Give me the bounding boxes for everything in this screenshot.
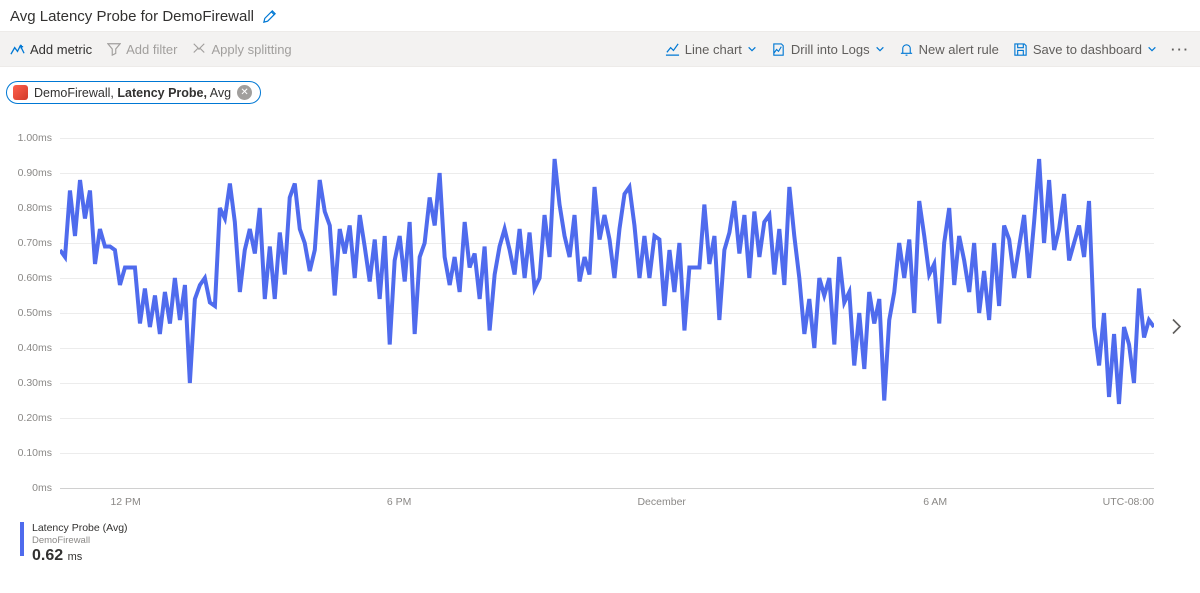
- gridline: [60, 488, 1154, 489]
- y-tick-label: 0.70ms: [10, 237, 56, 249]
- logs-icon: [771, 42, 786, 57]
- x-tick-label: 6 AM: [923, 496, 947, 508]
- filter-icon: [106, 42, 121, 57]
- y-tick-label: 0.20ms: [10, 412, 56, 424]
- chart-container: 0ms 0.10ms 0.20ms 0.30ms 0.40ms 0.50ms 0.60ms 0…: [10, 138, 1190, 518]
- add-metric-button[interactable]: Add metric: [10, 42, 92, 57]
- drill-logs-label: Drill into Logs: [791, 42, 870, 57]
- add-metric-icon: [10, 42, 25, 57]
- legend-color-bar: [20, 522, 24, 556]
- chevron-down-icon: [1147, 44, 1157, 54]
- timezone-label: UTC-08:00: [1103, 496, 1154, 508]
- new-alert-label: New alert rule: [919, 42, 999, 57]
- drill-logs-dropdown[interactable]: Drill into Logs: [771, 42, 885, 57]
- add-filter-label: Add filter: [126, 42, 177, 57]
- legend-value: 0.62: [32, 547, 63, 564]
- pill-agg: Avg: [210, 86, 231, 100]
- more-button[interactable]: ···: [1171, 42, 1190, 57]
- y-tick-label: 0.10ms: [10, 447, 56, 459]
- metric-pill[interactable]: DemoFirewall, Latency Probe, Avg ✕: [6, 81, 261, 104]
- scroll-right-arrow[interactable]: [1170, 317, 1182, 340]
- split-icon: [191, 42, 206, 57]
- firewall-icon: [13, 85, 28, 100]
- y-tick-label: 0.30ms: [10, 377, 56, 389]
- chevron-down-icon: [747, 44, 757, 54]
- y-tick-label: 0.90ms: [10, 167, 56, 179]
- chart-type-label: Line chart: [685, 42, 742, 57]
- save-icon: [1013, 42, 1028, 57]
- alert-icon: [899, 42, 914, 57]
- legend-unit: ms: [68, 551, 83, 563]
- save-dashboard-label: Save to dashboard: [1033, 42, 1142, 57]
- metric-pill-row: DemoFirewall, Latency Probe, Avg ✕: [0, 67, 1200, 108]
- x-tick-label: December: [637, 496, 685, 508]
- y-tick-label: 0.80ms: [10, 202, 56, 214]
- edit-icon[interactable]: [262, 9, 277, 24]
- y-tick-label: 0.50ms: [10, 307, 56, 319]
- y-tick-label: 1.00ms: [10, 132, 56, 144]
- legend-series-name: Latency Probe (Avg): [32, 522, 128, 535]
- y-tick-label: 0.40ms: [10, 342, 56, 354]
- legend: Latency Probe (Avg) DemoFirewall 0.62 ms: [0, 518, 1200, 565]
- pill-resource: DemoFirewall,: [34, 86, 114, 100]
- chevron-down-icon: [875, 44, 885, 54]
- legend-resource: DemoFirewall: [32, 535, 128, 546]
- y-tick-label: 0ms: [10, 482, 56, 494]
- page-title: Avg Latency Probe for DemoFirewall: [10, 8, 254, 25]
- x-tick-label: 12 PM: [110, 496, 140, 508]
- add-metric-label: Add metric: [30, 42, 92, 57]
- y-tick-label: 0.60ms: [10, 272, 56, 284]
- pill-close-icon[interactable]: ✕: [237, 85, 252, 100]
- add-filter-button: Add filter: [106, 42, 177, 57]
- x-tick-label: 6 PM: [387, 496, 412, 508]
- apply-splitting-button: Apply splitting: [191, 42, 291, 57]
- line-chart-icon: [665, 42, 680, 57]
- pill-metric: Latency Probe,: [117, 86, 207, 100]
- chart-line: [60, 159, 1154, 404]
- toolbar: Add metric Add filter Apply splitting Li…: [0, 31, 1200, 67]
- save-dashboard-dropdown[interactable]: Save to dashboard: [1013, 42, 1157, 57]
- apply-splitting-label: Apply splitting: [211, 42, 291, 57]
- new-alert-button[interactable]: New alert rule: [899, 42, 999, 57]
- chart-plot-area[interactable]: [60, 138, 1154, 488]
- chart-type-dropdown[interactable]: Line chart: [665, 42, 757, 57]
- title-bar: Avg Latency Probe for DemoFirewall: [0, 0, 1200, 31]
